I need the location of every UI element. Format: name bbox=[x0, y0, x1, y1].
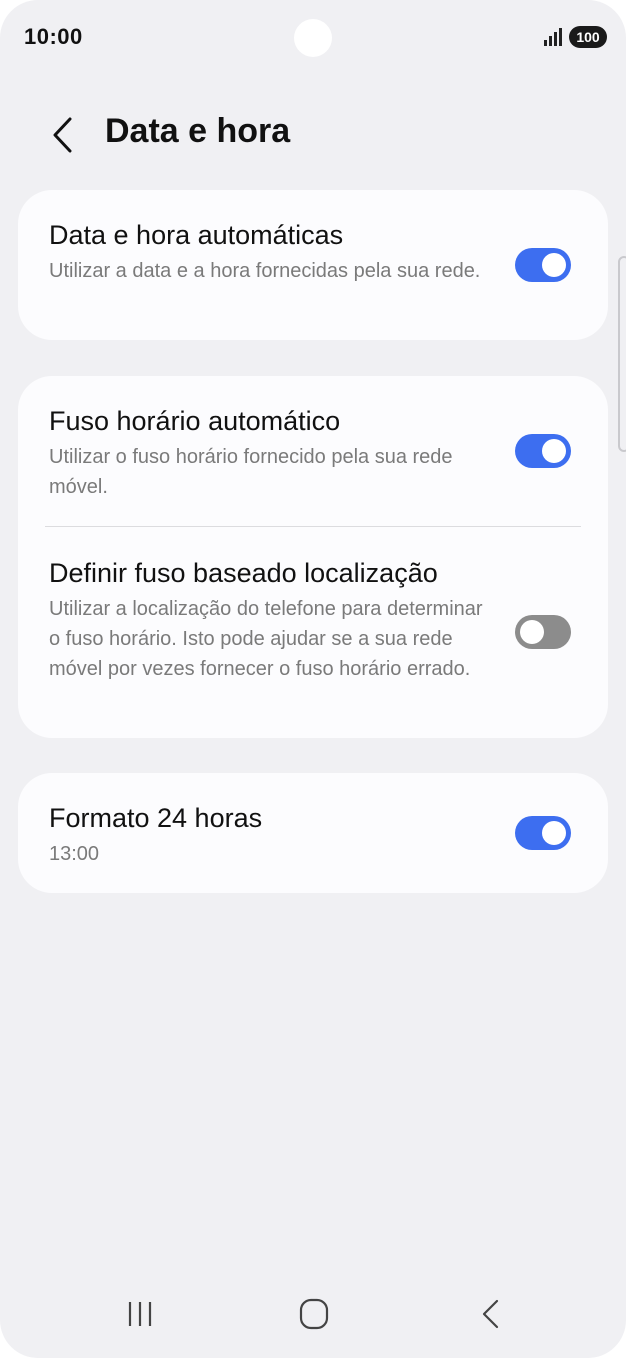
camera-cutout bbox=[294, 19, 332, 57]
battery-level: 100 bbox=[576, 29, 600, 45]
navigation-bar bbox=[0, 1280, 626, 1358]
card-format-24h: Formato 24 horas 13:00 bbox=[18, 773, 608, 893]
setting-auto-datetime[interactable]: Data e hora automáticas Utilizar a data … bbox=[18, 190, 608, 340]
setting-title: Data e hora automáticas bbox=[49, 220, 344, 250]
toggle-knob bbox=[542, 821, 566, 845]
recents-icon bbox=[128, 1302, 152, 1326]
auto-timezone-toggle[interactable] bbox=[515, 434, 571, 468]
toggle-knob bbox=[542, 439, 566, 463]
setting-subtitle: Utilizar a localização do telefone para … bbox=[49, 598, 483, 680]
scroll-handle[interactable] bbox=[618, 256, 626, 452]
back-button[interactable] bbox=[40, 110, 84, 160]
auto-datetime-toggle[interactable] bbox=[515, 248, 571, 282]
recents-button[interactable] bbox=[110, 1294, 170, 1334]
status-time: 10:00 bbox=[24, 24, 83, 49]
chevron-left-icon bbox=[53, 117, 72, 153]
home-button[interactable] bbox=[284, 1294, 344, 1334]
setting-location-timezone[interactable]: Definir fuso baseado localização Utiliza… bbox=[18, 527, 608, 738]
card-timezone: Fuso horário automático Utilizar o fuso … bbox=[18, 376, 608, 738]
page-title: Data e hora bbox=[105, 112, 291, 150]
toggle-knob bbox=[542, 253, 566, 277]
format-24h-toggle[interactable] bbox=[515, 816, 571, 850]
setting-format-24h[interactable]: Formato 24 horas 13:00 bbox=[18, 773, 608, 893]
signal-icon bbox=[544, 28, 562, 46]
setting-subtitle: 13:00 bbox=[49, 843, 100, 865]
setting-subtitle: Utilizar a data e a hora fornecidas pela… bbox=[49, 260, 481, 282]
setting-title: Formato 24 horas bbox=[49, 803, 263, 833]
status-bar: 10:00 100 bbox=[0, 0, 626, 80]
nav-back-button[interactable] bbox=[460, 1294, 520, 1334]
back-icon bbox=[482, 1299, 499, 1329]
battery-icon: 100 bbox=[569, 26, 607, 48]
location-timezone-toggle[interactable] bbox=[515, 615, 571, 649]
screen: 10:00 100 Data e hora Data e hora automá… bbox=[0, 0, 626, 1358]
card-auto-datetime: Data e hora automáticas Utilizar a data … bbox=[18, 190, 608, 340]
home-icon bbox=[299, 1298, 329, 1330]
setting-subtitle: Utilizar o fuso horário fornecido pela s… bbox=[49, 446, 453, 498]
setting-title: Fuso horário automático bbox=[49, 406, 341, 436]
toggle-knob bbox=[520, 620, 544, 644]
setting-title: Definir fuso baseado localização bbox=[49, 558, 438, 588]
setting-auto-timezone[interactable]: Fuso horário automático Utilizar o fuso … bbox=[18, 376, 608, 526]
